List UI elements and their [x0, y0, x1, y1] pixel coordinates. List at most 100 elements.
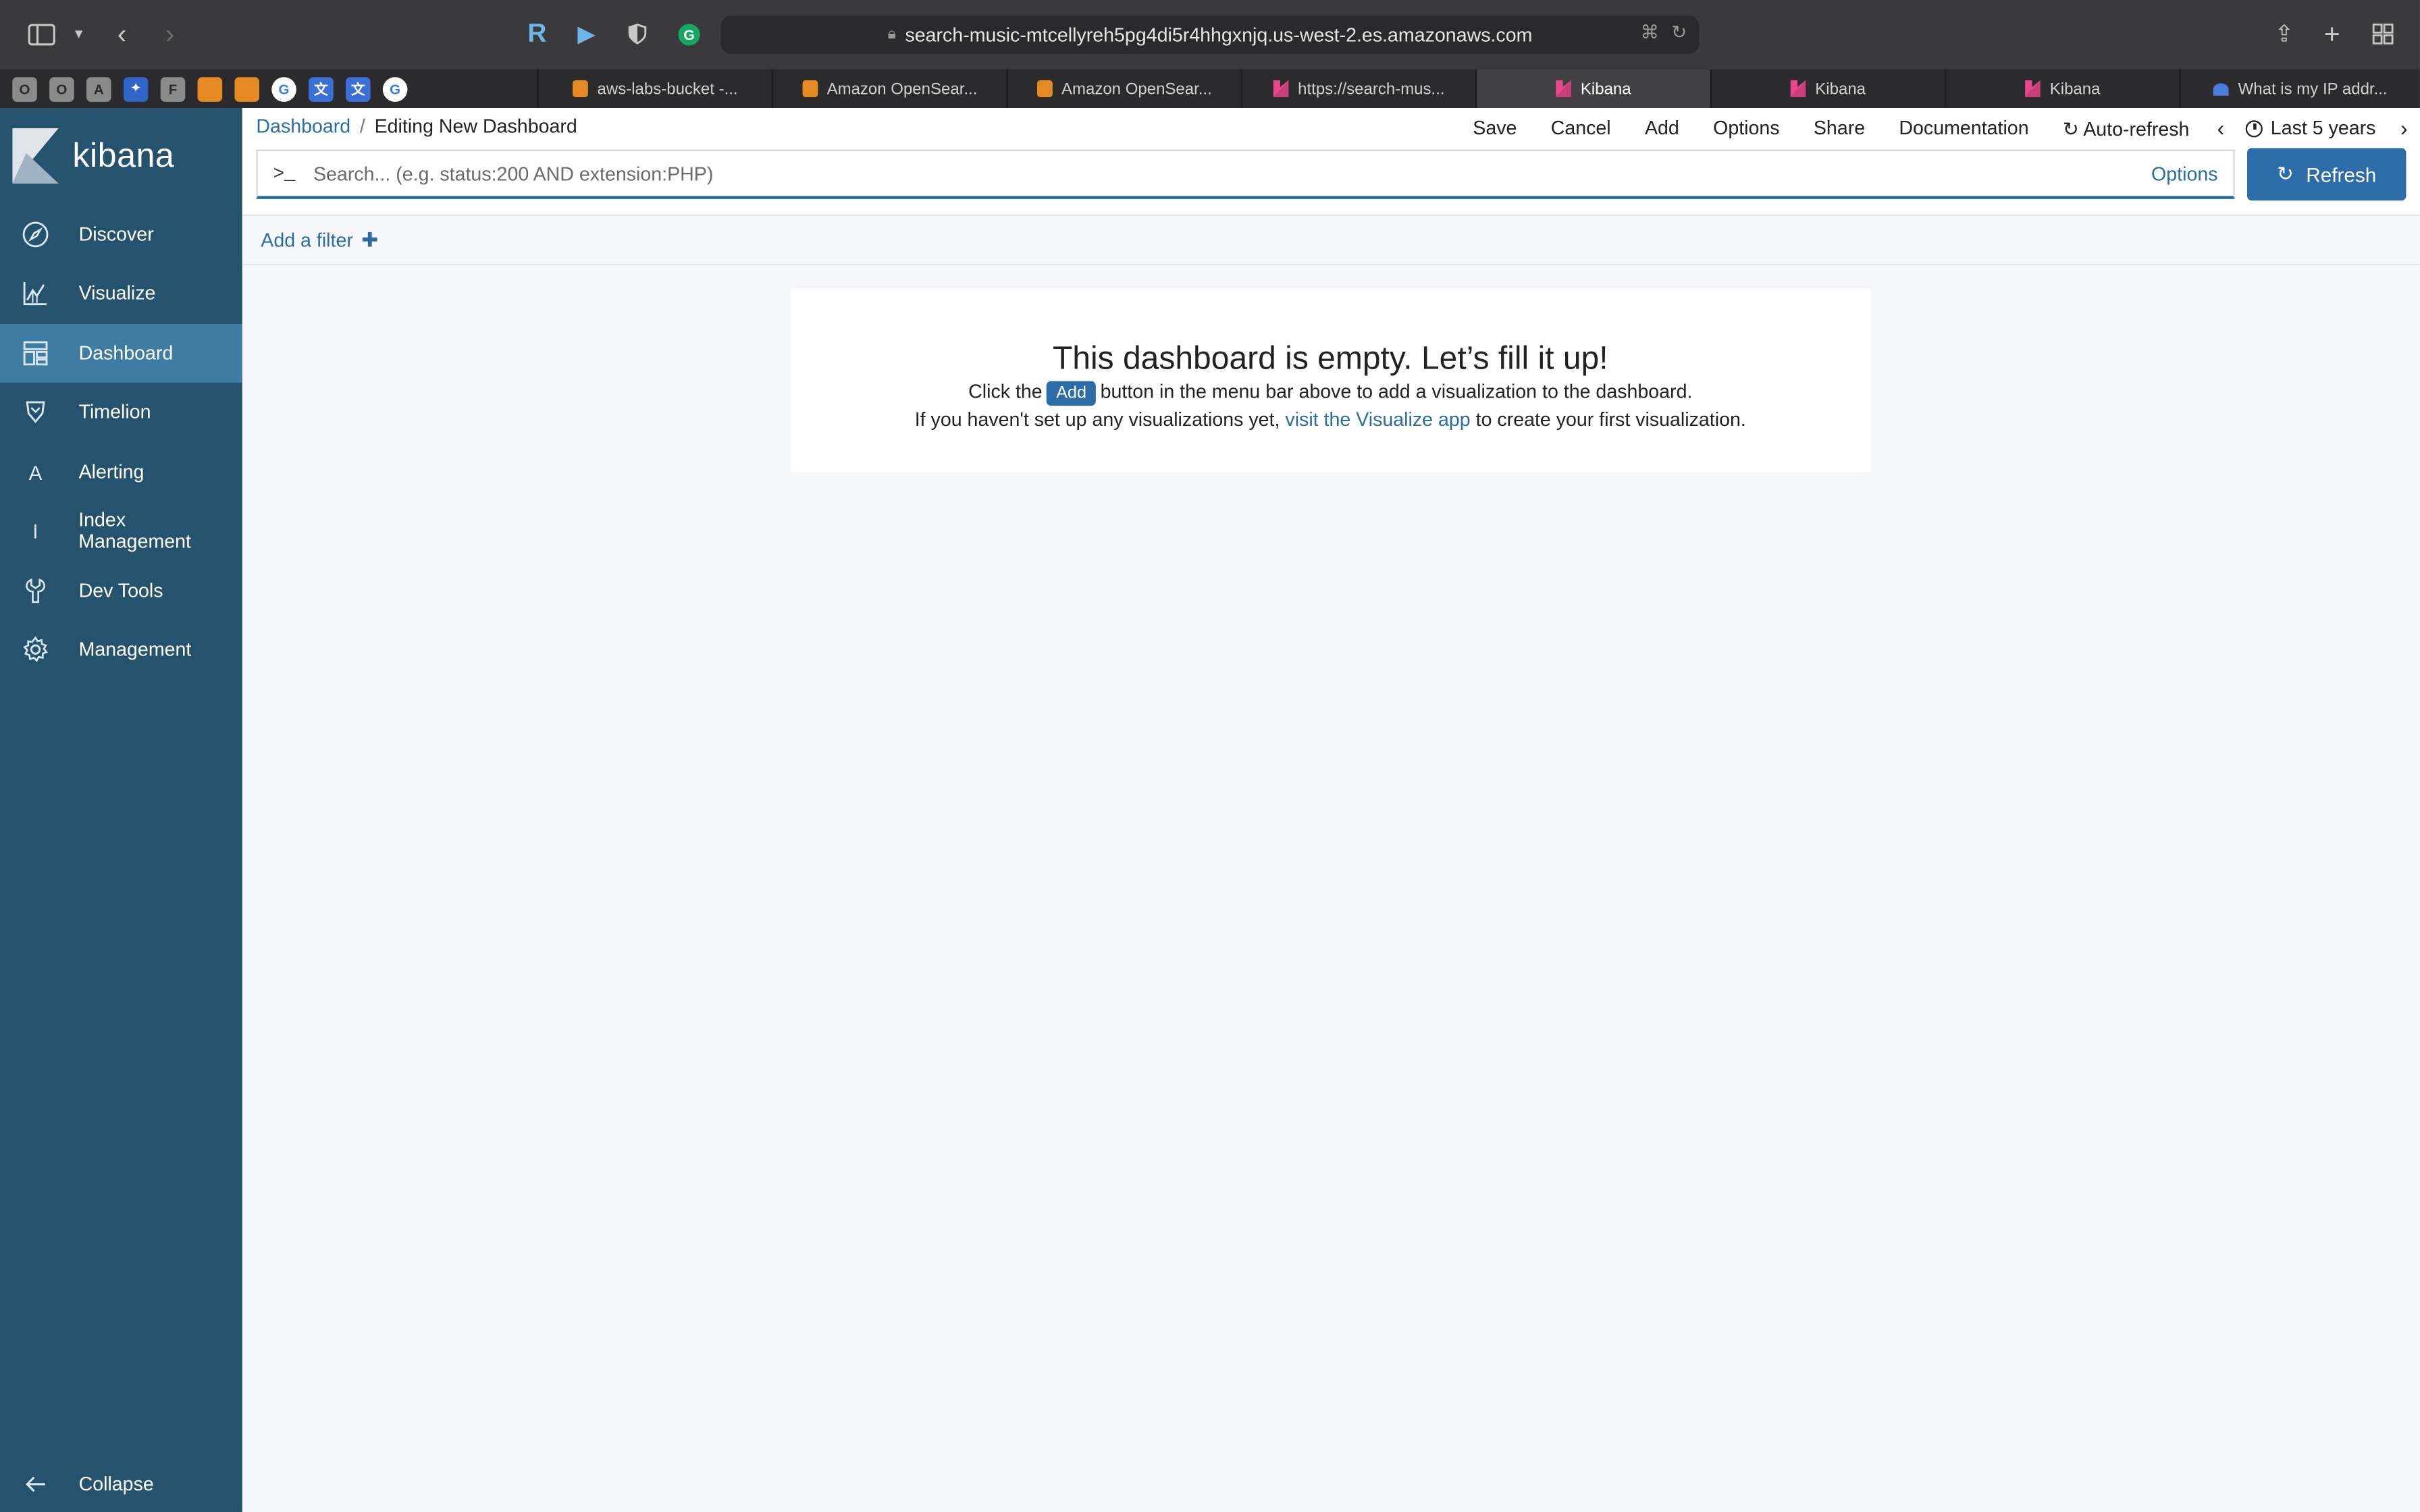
- kibana-icon: [1556, 80, 1572, 97]
- browser-tab-active[interactable]: Kibana: [1475, 69, 1710, 108]
- url-text: search-music-mtcellyreh5pg4di5r4hhgxnjq.…: [905, 24, 1533, 46]
- visualize-app-link[interactable]: visit the Visualize app: [1285, 409, 1470, 431]
- empty-text: button in the menu bar above to add a vi…: [1100, 381, 1693, 403]
- kibana-icon: [1790, 80, 1806, 97]
- tab-bar: O O A ✦ F G 文 文 G aws-labs-bucket -... A…: [0, 69, 2420, 108]
- empty-title: This dashboard is empty. Let’s fill it u…: [1052, 341, 1608, 377]
- sidebar-item-index-management[interactable]: I Index Management: [0, 502, 242, 560]
- auto-refresh-label: Auto-refresh: [2083, 117, 2190, 140]
- sidebar-item-label: Visualize: [78, 282, 156, 304]
- prompt-icon: >_: [273, 163, 296, 185]
- chart-icon: [20, 277, 51, 308]
- menu-documentation-button[interactable]: Documentation: [1899, 117, 2028, 139]
- forward-icon[interactable]: ›: [153, 17, 186, 51]
- menu-options-button[interactable]: Options: [1713, 117, 1779, 139]
- time-back-icon[interactable]: ‹: [2217, 115, 2225, 140]
- aws-icon: [801, 80, 818, 97]
- sidebar-item-label: Discover: [78, 223, 154, 246]
- sidebar-item-dev-tools[interactable]: Dev Tools: [0, 562, 242, 620]
- pinned-tab[interactable]: A: [86, 76, 111, 101]
- sidebar-item-discover[interactable]: Discover: [0, 205, 242, 264]
- breadcrumb-dashboard-link[interactable]: Dashboard: [256, 115, 350, 137]
- share-icon[interactable]: ⇪: [2267, 17, 2301, 51]
- gear-icon: [20, 634, 51, 665]
- top-nav: Dashboard / Editing New Dashboard Save Can…: [242, 107, 2420, 147]
- pinned-tab[interactable]: G: [271, 76, 296, 101]
- svg-text:G: G: [683, 26, 694, 43]
- address-bar[interactable]: 🔒︎ search-music-mtcellyreh5pg4di5r4hhgxn…: [720, 15, 1700, 54]
- sidebar-item-visualize[interactable]: Visualize: [0, 264, 242, 323]
- letter-i-icon: I: [32, 519, 38, 543]
- browser-tab[interactable]: https://search-mus...: [1240, 69, 1475, 108]
- browser-tab[interactable]: What is my IP addr...: [2179, 69, 2420, 108]
- sidebar-item-alerting[interactable]: A Alerting: [0, 443, 242, 502]
- menu-save-button[interactable]: Save: [1473, 117, 1517, 139]
- time-forward-icon[interactable]: ›: [2400, 115, 2408, 140]
- lock-icon: 🔒︎: [887, 26, 896, 43]
- pinned-tab[interactable]: O: [12, 76, 37, 101]
- sidebar-item-dashboard[interactable]: Dashboard: [0, 323, 242, 383]
- letter-a-icon: A: [28, 460, 43, 484]
- auto-refresh-button[interactable]: ↻ Auto-refresh: [2063, 117, 2190, 140]
- empty-dashboard-panel: This dashboard is empty. Let’s fill it u…: [790, 288, 1871, 473]
- sidebar-item-label: Index Management: [78, 509, 191, 553]
- new-tab-icon[interactable]: +: [2315, 17, 2349, 51]
- tab-overview-icon[interactable]: [2366, 17, 2400, 51]
- kibana-icon: [2025, 80, 2041, 97]
- pinned-tab[interactable]: G: [382, 76, 408, 101]
- grammarly-icon[interactable]: G: [671, 17, 705, 51]
- browser-tab[interactable]: Amazon OpenSear...: [1006, 69, 1240, 108]
- breadcrumb: Dashboard / Editing New Dashboard: [256, 115, 577, 137]
- arrow-left-icon: [20, 1469, 51, 1500]
- breadcrumb-separator: /: [359, 115, 365, 138]
- kibana-icon: [1273, 80, 1289, 97]
- clock-icon: [2246, 119, 2263, 137]
- menu-add-button[interactable]: Add: [1645, 117, 1679, 139]
- pinned-tab[interactable]: 文: [345, 76, 371, 101]
- browser-tab[interactable]: aws-labs-bucket -...: [537, 69, 771, 108]
- add-filter-button[interactable]: Add a filter ✚: [261, 228, 378, 253]
- compass-icon: [20, 219, 51, 250]
- top-menu: Save Cancel Add Options Share Documentat…: [1439, 115, 2420, 140]
- empty-text: If you haven't set up any visualizations…: [914, 408, 1280, 431]
- search-box[interactable]: >_ Options: [256, 149, 2235, 199]
- pinned-tab[interactable]: F: [160, 76, 186, 101]
- kibana-brand[interactable]: kibana: [12, 126, 174, 185]
- refresh-button[interactable]: ↻ Refresh: [2246, 148, 2406, 201]
- empty-text: to create your first visualization.: [1475, 408, 1746, 431]
- extension-r-icon[interactable]: R: [520, 17, 554, 51]
- search-options-button[interactable]: Options: [2151, 163, 2217, 184]
- query-bar: >_ Options ↻ Refresh: [242, 146, 2420, 215]
- search-input[interactable]: [310, 161, 2152, 186]
- empty-line-2: If you haven't set up any visualizations…: [790, 409, 1870, 431]
- pinned-tab[interactable]: 文: [309, 76, 334, 101]
- plus-icon: ✚: [361, 228, 379, 252]
- sidebar-item-label: Management: [78, 639, 192, 661]
- browser-tab[interactable]: Kibana: [1710, 69, 1945, 108]
- sidebar-item-timelion[interactable]: Timelion: [0, 383, 242, 441]
- browser-tab[interactable]: Kibana: [1944, 69, 2179, 108]
- reload-icon[interactable]: ↻: [1671, 22, 1687, 43]
- menu-cancel-button[interactable]: Cancel: [1551, 117, 1611, 139]
- time-picker-button[interactable]: Last 5 years: [2246, 117, 2375, 139]
- menu-share-button[interactable]: Share: [1814, 117, 1865, 139]
- time-range-label: Last 5 years: [2270, 117, 2376, 139]
- sidebar-item-management[interactable]: Management: [0, 620, 242, 679]
- shield-icon[interactable]: [621, 17, 654, 51]
- extension-play-icon[interactable]: ▶: [569, 17, 603, 51]
- pinned-tab[interactable]: ✦: [123, 76, 149, 101]
- pinned-tab[interactable]: [197, 76, 223, 101]
- collapse-button[interactable]: Collapse: [0, 1455, 242, 1512]
- main-content: Dashboard / Editing New Dashboard Save Can…: [242, 107, 2420, 1512]
- chevron-down-icon[interactable]: ▾: [61, 17, 95, 51]
- translate-icon[interactable]: ⌘: [1641, 22, 1659, 43]
- sidebar-toggle-icon[interactable]: [25, 17, 59, 51]
- wrench-icon: [20, 576, 51, 607]
- browser-tab[interactable]: Amazon OpenSear...: [771, 69, 1006, 108]
- sidebar-item-label: Dashboard: [78, 342, 174, 364]
- pinned-tab[interactable]: [234, 76, 259, 101]
- tab-label: Amazon OpenSear...: [1061, 79, 1212, 99]
- back-icon[interactable]: ‹: [105, 17, 138, 51]
- pinned-tab[interactable]: O: [49, 76, 74, 101]
- tab-label: Kibana: [1580, 79, 1631, 99]
